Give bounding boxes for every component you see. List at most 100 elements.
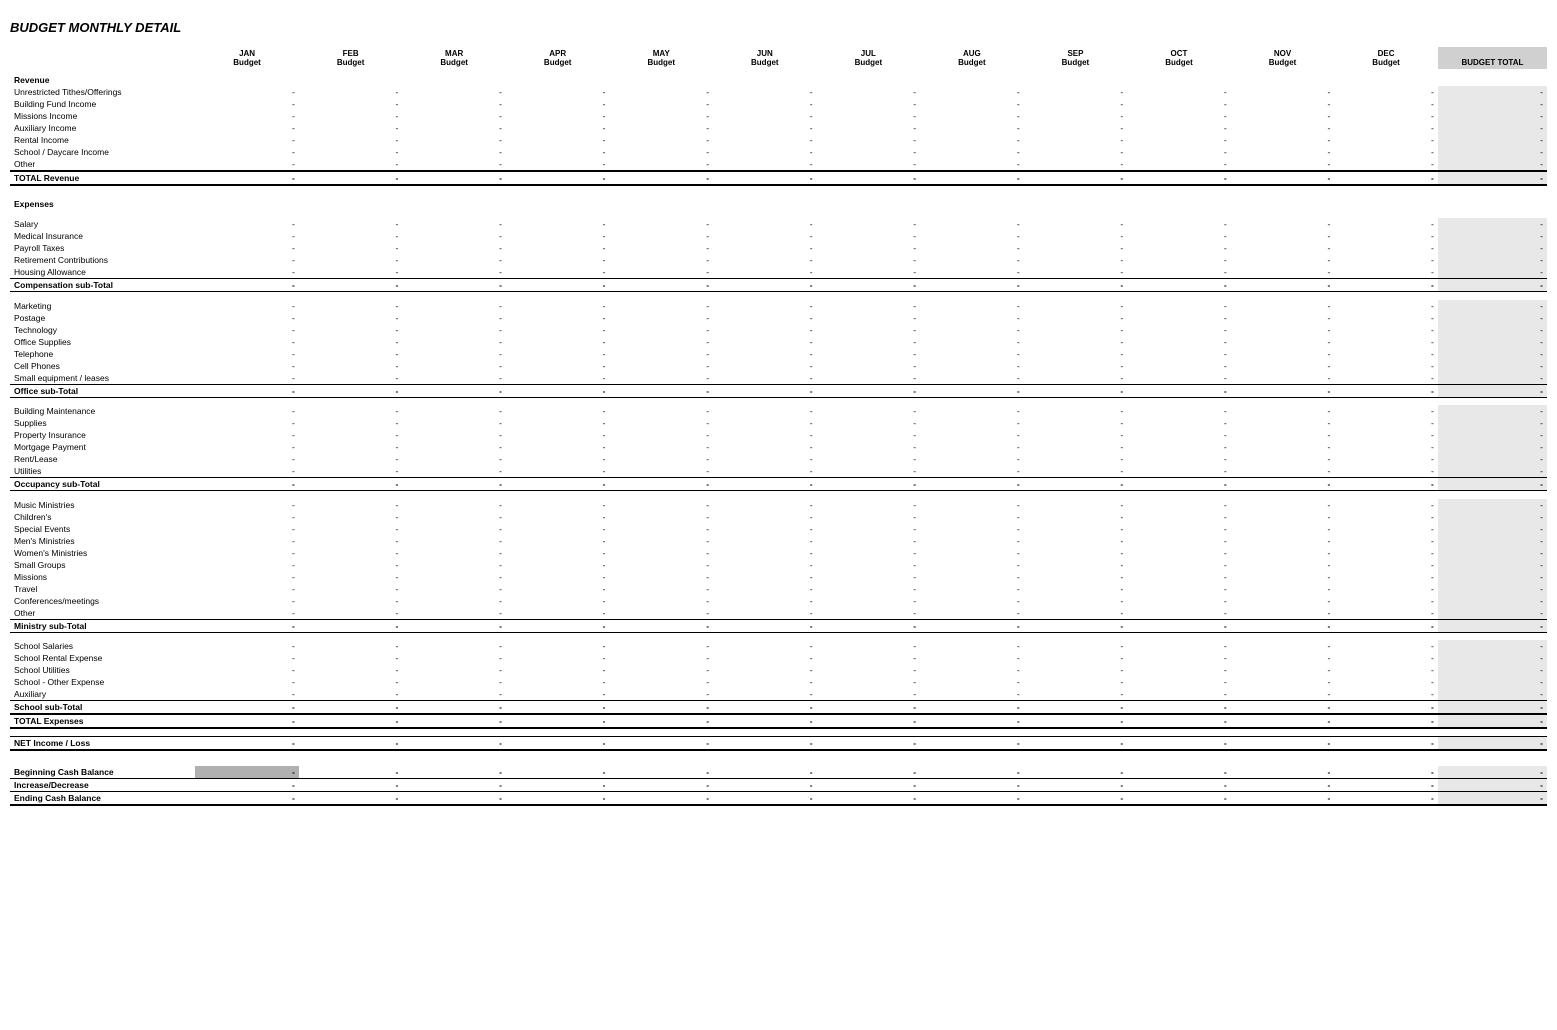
data-cell: - (1231, 218, 1335, 230)
col-dec: DECBudget (1334, 47, 1438, 69)
data-cell: - (299, 583, 403, 595)
data-cell: - (506, 279, 610, 292)
data-cell: - (1231, 360, 1335, 372)
row-label: Ending Cash Balance (10, 791, 195, 805)
data-cell: - (506, 218, 610, 230)
data-cell: - (609, 158, 713, 171)
data-cell: - (609, 122, 713, 134)
total-cell: - (1438, 523, 1547, 535)
data-cell: - (402, 146, 506, 158)
data-cell: - (1334, 547, 1438, 559)
total-cell: - (1438, 664, 1547, 676)
data-cell: - (609, 547, 713, 559)
data-cell: - (1024, 547, 1128, 559)
data-cell: - (817, 122, 921, 134)
data-cell: - (402, 384, 506, 397)
data-cell: - (609, 146, 713, 158)
data-cell: - (195, 547, 299, 559)
data-cell: - (1334, 122, 1438, 134)
data-cell: - (402, 254, 506, 266)
data-cell: - (195, 360, 299, 372)
data-cell: - (1127, 676, 1231, 688)
data-cell: - (299, 134, 403, 146)
data-cell: - (1334, 98, 1438, 110)
data-cell: - (195, 348, 299, 360)
row-label: Postage (10, 312, 195, 324)
data-cell: - (195, 158, 299, 171)
data-cell: - (609, 714, 713, 728)
data-cell: - (299, 254, 403, 266)
data-cell: - (920, 171, 1024, 185)
data-cell: - (920, 511, 1024, 523)
row-label: Unrestricted Tithes/Offerings (10, 86, 195, 98)
data-cell: - (1334, 664, 1438, 676)
data-cell: - (1231, 736, 1335, 750)
data-cell: - (713, 736, 817, 750)
data-cell: - (402, 535, 506, 547)
data-cell: - (402, 405, 506, 417)
data-cell: - (299, 499, 403, 511)
data-cell: - (506, 688, 610, 701)
data-cell: - (920, 571, 1024, 583)
data-cell: - (817, 664, 921, 676)
data-cell: - (299, 384, 403, 397)
data-cell: - (1231, 535, 1335, 547)
data-cell: - (609, 171, 713, 185)
data-cell: - (299, 523, 403, 535)
data-cell: - (1231, 384, 1335, 397)
data-cell: - (1024, 688, 1128, 701)
data-cell: - (817, 736, 921, 750)
data-cell: - (195, 218, 299, 230)
data-cell: - (713, 535, 817, 547)
data-cell: - (1334, 619, 1438, 632)
data-cell: - (1334, 640, 1438, 652)
data-cell: - (817, 511, 921, 523)
data-cell: - (1231, 571, 1335, 583)
row-label: School - Other Expense (10, 676, 195, 688)
data-cell: - (402, 372, 506, 385)
data-cell: - (1024, 254, 1128, 266)
data-cell: - (1024, 300, 1128, 312)
data-cell: - (817, 559, 921, 571)
data-cell: - (1024, 360, 1128, 372)
total-cell: - (1438, 535, 1547, 547)
data-cell: - (195, 523, 299, 535)
total-cell: - (1438, 312, 1547, 324)
data-cell: - (1024, 158, 1128, 171)
total-cell: - (1438, 688, 1547, 701)
data-cell: - (1127, 766, 1231, 779)
data-cell: - (609, 336, 713, 348)
row-label: Beginning Cash Balance (10, 766, 195, 779)
data-cell: - (1231, 453, 1335, 465)
data-cell: - (195, 583, 299, 595)
data-cell: - (1334, 384, 1438, 397)
data-cell: - (713, 230, 817, 242)
data-cell: - (506, 441, 610, 453)
data-cell: - (402, 701, 506, 715)
data-cell: - (299, 778, 403, 791)
data-cell: - (920, 384, 1024, 397)
data-cell: - (195, 571, 299, 583)
data-cell: - (195, 266, 299, 279)
data-cell: - (195, 134, 299, 146)
data-cell: - (609, 266, 713, 279)
data-cell: - (609, 499, 713, 511)
total-cell: - (1438, 478, 1547, 491)
data-cell: - (1127, 384, 1231, 397)
data-cell: - (402, 511, 506, 523)
data-cell: - (920, 595, 1024, 607)
data-cell: - (1231, 465, 1335, 478)
data-cell: - (1334, 324, 1438, 336)
data-cell: - (506, 607, 610, 620)
data-cell: - (299, 417, 403, 429)
data-cell: - (817, 688, 921, 701)
row-label: NET Income / Loss (10, 736, 195, 750)
data-cell: - (402, 360, 506, 372)
row-label: Building Fund Income (10, 98, 195, 110)
total-cell: - (1438, 499, 1547, 511)
data-cell: - (920, 583, 1024, 595)
data-cell: - (920, 300, 1024, 312)
data-cell: - (506, 701, 610, 715)
data-cell: - (506, 372, 610, 385)
data-cell: - (1231, 146, 1335, 158)
